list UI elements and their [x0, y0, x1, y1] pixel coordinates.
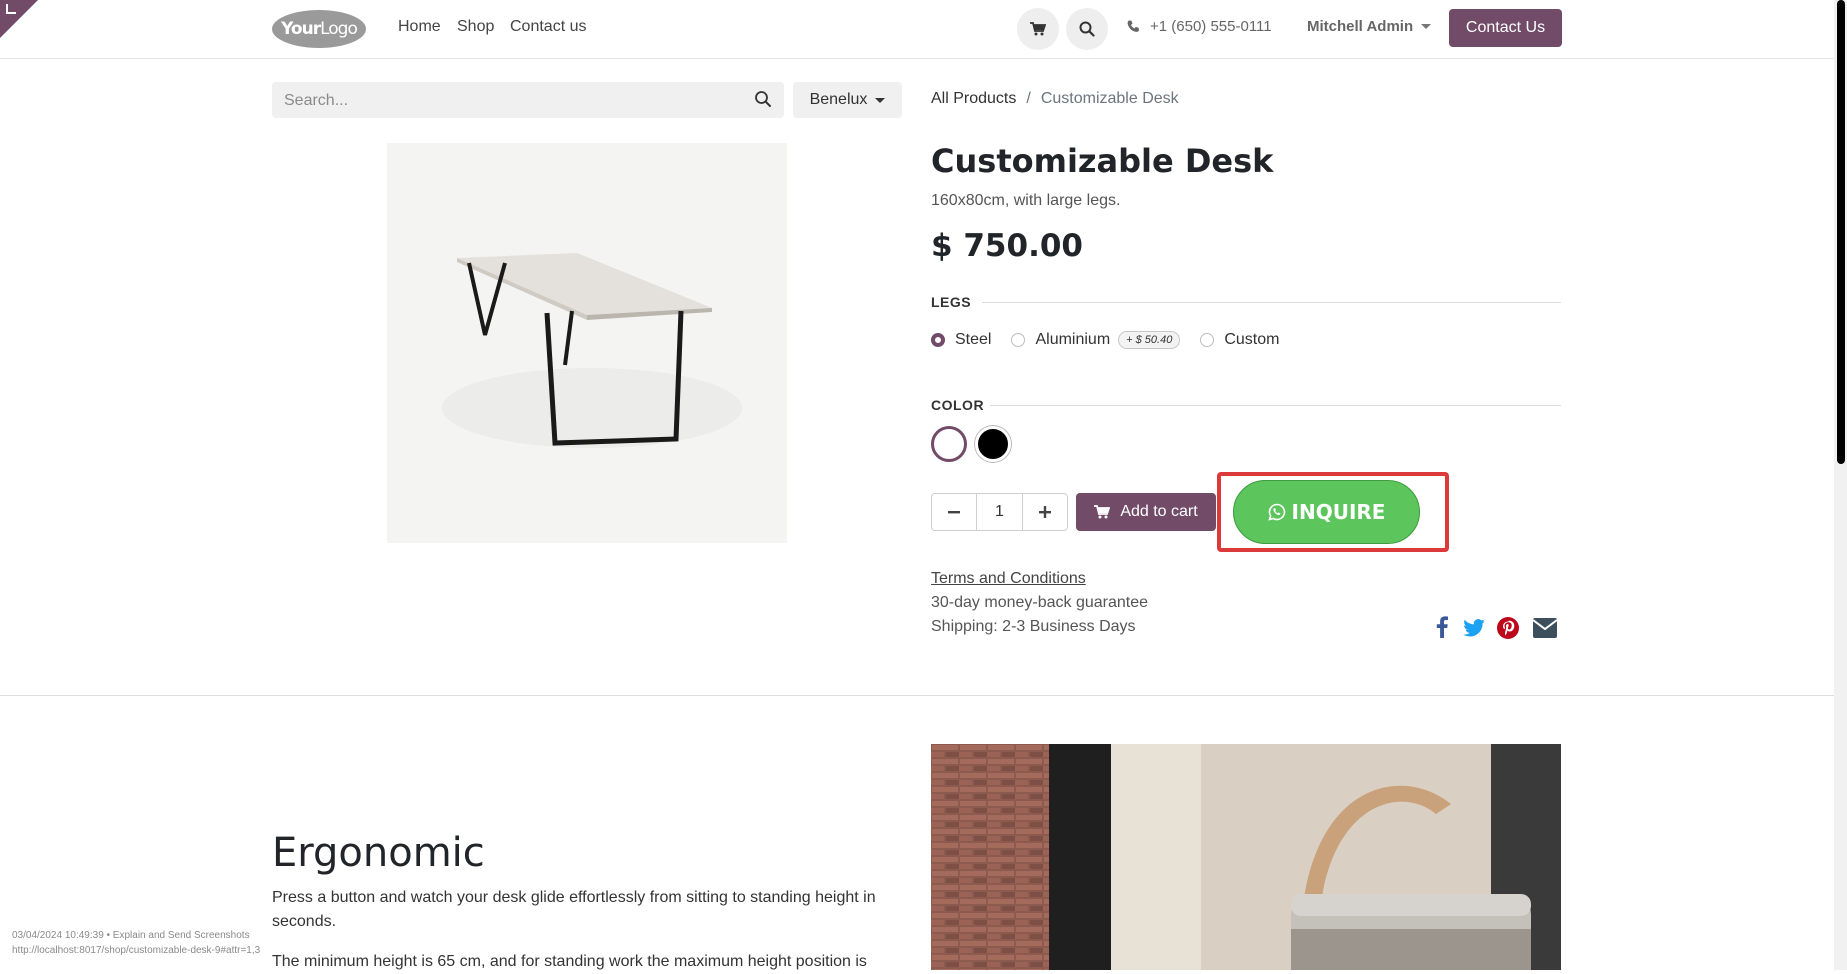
nav-shop[interactable]: Shop [457, 18, 494, 36]
legs-options: Steel Aluminium + $ 50.40 Custom [931, 331, 1279, 349]
section-heading: Ergonomic [272, 830, 485, 876]
edit-corner-icon [6, 4, 16, 14]
terms-link[interactable]: Terms and Conditions [931, 570, 1086, 588]
attribute-legs-heading: LEGS [931, 294, 972, 310]
user-name: Mitchell Admin [1307, 18, 1414, 35]
radio-button[interactable] [1011, 333, 1026, 347]
add-to-cart-label: Add to cart [1120, 503, 1198, 520]
attribute-divider [982, 302, 1561, 303]
plus-icon [1039, 506, 1051, 518]
nav-contact-us[interactable]: Contact us [510, 18, 586, 36]
pinterest-icon[interactable] [1497, 617, 1519, 639]
search-icon [1079, 21, 1095, 37]
screenshot-timestamp: 03/04/2024 10:49:39 • Explain and Send S… [12, 930, 250, 941]
cart-icon [1030, 22, 1046, 36]
logo-text-bold: Your [281, 19, 321, 39]
attribute-divider [990, 405, 1561, 406]
cart-button[interactable] [1017, 8, 1059, 50]
legs-option-aluminium[interactable]: Aluminium + $ 50.40 [1011, 331, 1181, 349]
inquire-label: INQUIRE [1291, 500, 1386, 524]
contact-us-button[interactable]: Contact Us [1449, 9, 1562, 47]
top-navbar: Your Logo Home Shop Contact us +1 (650) 5… [0, 0, 1834, 59]
pricelist-dropdown[interactable]: Benelux [793, 82, 902, 118]
site-logo[interactable]: Your Logo [272, 10, 366, 48]
search-toggle-button[interactable] [1066, 8, 1108, 50]
product-image[interactable] [387, 143, 787, 543]
section-paragraph: The minimum height is 65 cm, and for sta… [272, 953, 867, 970]
breadcrumb-all-products[interactable]: All Products [931, 90, 1016, 108]
guarantee-text: 30-day money-back guarantee [931, 594, 1149, 611]
whatsapp-icon [1267, 503, 1285, 521]
chevron-down-icon [875, 97, 886, 103]
breadcrumb-current: Customizable Desk [1040, 90, 1179, 107]
facebook-icon[interactable] [1436, 616, 1448, 638]
product-price: $ 750.00 [931, 228, 1083, 264]
legs-option-label: Custom [1224, 331, 1280, 348]
inquire-whatsapp-button[interactable]: INQUIRE [1233, 480, 1420, 544]
search-input[interactable] [282, 82, 726, 120]
product-description: 160x80cm, with large legs. [931, 192, 1121, 209]
quantity-stepper: 1 [931, 493, 1068, 531]
radio-button-selected[interactable] [931, 333, 945, 347]
quantity-decrease-button[interactable] [932, 494, 976, 530]
price-extra-badge: + $ 50.40 [1118, 331, 1181, 349]
add-to-cart-button[interactable]: Add to cart [1076, 493, 1216, 531]
speaker-photo [931, 744, 1561, 970]
section-divider [0, 695, 1834, 696]
email-icon[interactable] [1533, 618, 1557, 638]
phone-number: +1 (650) 555-0111 [1150, 18, 1272, 35]
nav-home[interactable]: Home [398, 18, 441, 36]
legs-option-steel[interactable]: Steel [931, 331, 991, 349]
attribute-color-heading: COLOR [931, 397, 985, 413]
chevron-down-icon [1421, 24, 1432, 29]
twitter-icon[interactable] [1463, 619, 1485, 637]
logo-text-thin: Logo [320, 19, 358, 39]
breadcrumb: All Products / Customizable Desk [931, 90, 1179, 108]
cart-icon [1094, 505, 1111, 519]
phone-link[interactable]: +1 (650) 555-0111 [1127, 18, 1272, 35]
quantity-increase-button[interactable] [1023, 494, 1067, 530]
legs-option-label: Steel [955, 331, 992, 348]
pricelist-label: Benelux [809, 91, 868, 108]
section-paragraph: Press a button and watch your desk glide… [272, 889, 876, 930]
user-menu[interactable]: Mitchell Admin [1307, 18, 1432, 35]
lifestyle-image [931, 744, 1561, 970]
minus-icon [948, 511, 960, 514]
color-swatch-black[interactable] [975, 426, 1011, 462]
legs-option-label: Aluminium [1035, 331, 1111, 348]
shipping-text: Shipping: 2-3 Business Days [931, 618, 1136, 635]
page-url-overlay: http://localhost:8017/shop/customizable-… [12, 945, 261, 956]
phone-icon [1127, 20, 1139, 32]
color-swatch-white[interactable] [931, 426, 967, 462]
search-icon[interactable] [754, 90, 772, 108]
quantity-input[interactable]: 1 [976, 494, 1023, 530]
product-title: Customizable Desk [931, 142, 1274, 180]
desk-illustration [442, 253, 742, 448]
radio-button[interactable] [1200, 333, 1215, 347]
product-search [272, 82, 784, 120]
scrollbar-thumb[interactable] [1837, 0, 1845, 464]
legs-option-custom[interactable]: Custom [1200, 331, 1279, 349]
breadcrumb-separator: / [1026, 90, 1031, 107]
